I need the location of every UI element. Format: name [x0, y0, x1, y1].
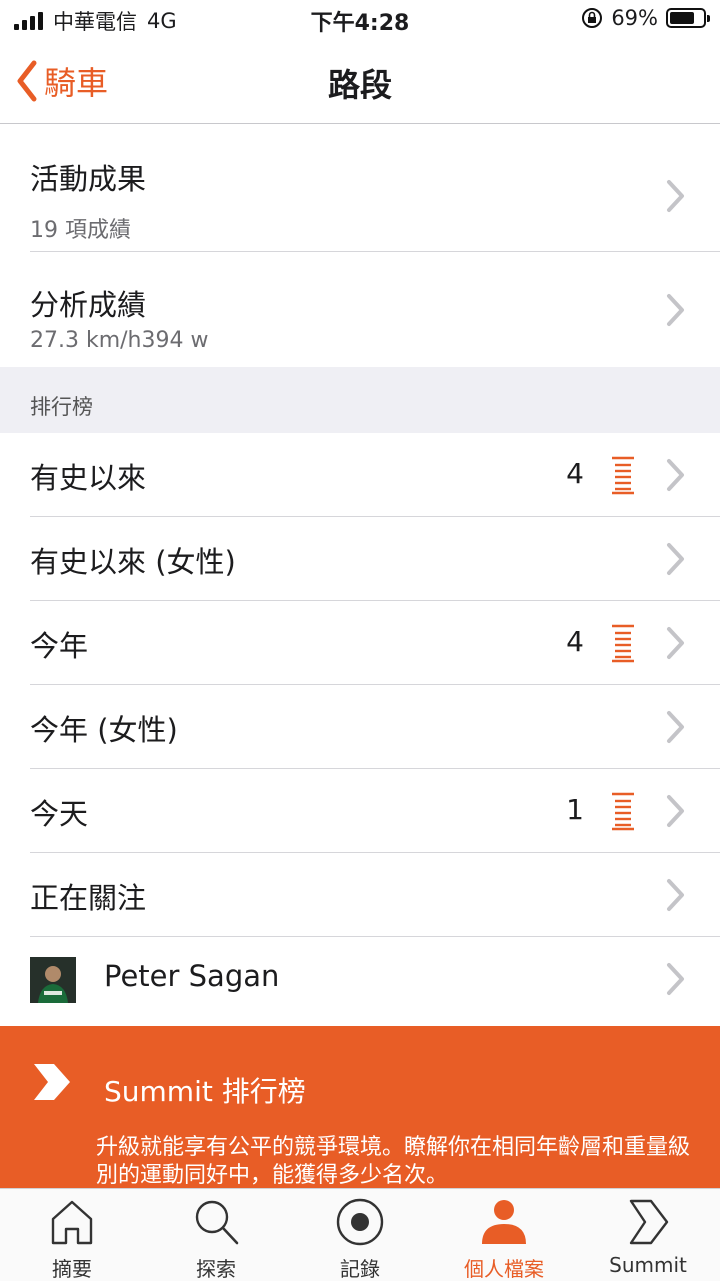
- analysis-results-row[interactable]: 分析成績 27.3 km/h394 w: [0, 252, 720, 367]
- navigation-bar: 騎車 路段: [0, 40, 720, 124]
- tab-label: 探索: [196, 1257, 236, 1281]
- chevron-right-icon: [667, 963, 684, 995]
- row-label: 有史以來: [30, 461, 147, 495]
- chevron-right-icon: [667, 711, 684, 743]
- home-icon: [51, 1200, 93, 1245]
- summit-chevron-icon: [34, 1064, 70, 1100]
- tab-summit[interactable]: Summit: [576, 1189, 720, 1282]
- segment-detail-list: 活動成果 19 項成績 分析成績 27.3 km/h394 w 排行榜 有史以來…: [0, 124, 720, 1023]
- page-title: 路段: [327, 66, 392, 104]
- ranking-list-icon: [612, 792, 634, 831]
- summit-banner-title: Summit 排行榜: [104, 1075, 306, 1108]
- rank-value: 4: [566, 625, 584, 658]
- row-label: 今年: [30, 629, 89, 663]
- record-icon: [336, 1198, 384, 1246]
- tab-feed[interactable]: 摘要: [0, 1189, 144, 1282]
- battery-icon: [666, 8, 710, 28]
- section-title: 排行榜: [30, 395, 93, 419]
- leaderboard-section-header: 排行榜: [0, 367, 720, 433]
- leaderboard-row-today[interactable]: 今天 1: [0, 769, 720, 853]
- tab-profile[interactable]: 個人檔案: [432, 1189, 576, 1282]
- chevron-right-icon: [667, 879, 684, 911]
- tab-label: 摘要: [52, 1257, 92, 1281]
- summit-icon: [629, 1199, 669, 1245]
- chevron-right-icon: [667, 294, 684, 326]
- row-subtitle: 19 項成績: [30, 218, 131, 243]
- activity-results-row[interactable]: 活動成果 19 項成績: [0, 138, 720, 252]
- summit-leaderboard-banner[interactable]: Summit 排行榜 升級就能享有公平的競爭環境。瞭解你在相同年齡層和重量級別的…: [0, 1026, 720, 1188]
- athlete-name: Peter Sagan: [104, 959, 280, 993]
- tab-bar: 摘要 探索 記錄 個人檔案 Summit: [0, 1188, 720, 1281]
- leaderboard-row-all-time-women[interactable]: 有史以來 (女性): [0, 517, 720, 601]
- tab-label: 個人檔案: [464, 1257, 544, 1281]
- status-bar: 中華電信 4G 下午4:28 69%: [0, 0, 720, 40]
- tab-label: 記錄: [340, 1257, 380, 1281]
- tab-label: Summit: [609, 1253, 687, 1277]
- profile-icon: [482, 1200, 526, 1244]
- chevron-right-icon: [667, 795, 684, 827]
- chevron-right-icon: [667, 180, 684, 212]
- chevron-right-icon: [667, 543, 684, 575]
- search-icon: [195, 1200, 239, 1245]
- leaderboard-row-all-time[interactable]: 有史以來 4: [0, 433, 720, 517]
- rotation-lock-icon: [582, 8, 603, 28]
- chevron-right-icon: [667, 459, 684, 491]
- row-label: 今天: [30, 797, 89, 831]
- leaderboard-row-following[interactable]: 正在關注: [0, 853, 720, 937]
- row-label: 正在關注: [30, 881, 147, 915]
- row-label: 活動成果: [30, 162, 147, 196]
- leaderboard-row-this-year-women[interactable]: 今年 (女性): [0, 685, 720, 769]
- rank-value: 1: [566, 793, 584, 826]
- ranking-list-icon: [612, 456, 634, 495]
- chevron-right-icon: [667, 627, 684, 659]
- ranking-list-icon: [612, 624, 634, 663]
- battery-percent: 69%: [611, 6, 658, 30]
- followed-athlete-row[interactable]: Peter Sagan: [0, 937, 720, 1023]
- rank-value: 4: [566, 457, 584, 490]
- row-label: 分析成績: [30, 288, 147, 322]
- tab-explore[interactable]: 探索: [144, 1189, 288, 1282]
- leaderboard-row-this-year[interactable]: 今年 4: [0, 601, 720, 685]
- row-subtitle: 27.3 km/h394 w: [30, 328, 209, 353]
- summit-banner-description: 升級就能享有公平的競爭環境。瞭解你在相同年齡層和重量級別的運動同好中，能獲得多少…: [96, 1135, 691, 1188]
- avatar: [30, 957, 76, 1003]
- row-label: 今年 (女性): [30, 713, 178, 747]
- row-label: 有史以來 (女性): [30, 545, 236, 579]
- tab-record[interactable]: 記錄: [288, 1189, 432, 1282]
